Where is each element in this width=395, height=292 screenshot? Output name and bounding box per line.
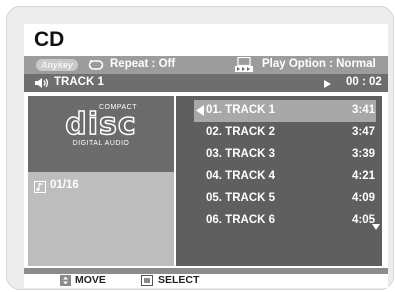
now-playing-track: TRACK 1 (54, 76, 104, 88)
track-duration: 3:39 (352, 148, 376, 160)
track-duration: 3:47 (352, 126, 376, 138)
track-row[interactable]: 04. TRACK 4 4:21 (176, 166, 382, 188)
track-name: 02. TRACK 2 (206, 126, 276, 138)
anykey-badge[interactable]: Anykey (36, 59, 78, 71)
compact-disc-logo: COMPACT disc DIGITAL AUDIO (28, 104, 174, 147)
select-hint: SELECT (158, 274, 200, 286)
track-row[interactable]: 03. TRACK 3 3:39 (176, 144, 382, 166)
options-bar: Anykey Repeat : Off Play Option : Normal (24, 56, 388, 74)
music-note-icon (34, 180, 46, 198)
track-duration: 4:09 (352, 192, 376, 204)
title-bar: CD (24, 24, 388, 56)
cd-player-screen: CD Anykey Repeat : Off Play Option : Nor… (24, 24, 388, 288)
track-name: 03. TRACK 3 (206, 148, 276, 160)
track-duration: 4:21 (352, 170, 376, 182)
elapsed-time: 00 : 02 (346, 76, 382, 88)
logo-line-disc: disc (65, 107, 137, 142)
selection-arrow-icon (196, 105, 204, 119)
move-hint: MOVE (75, 274, 106, 286)
page-title: CD (34, 28, 65, 51)
repeat-status[interactable]: Repeat : Off (110, 58, 175, 70)
track-list: 01. TRACK 1 3:41 02. TRACK 2 3:47 03. TR… (176, 96, 382, 266)
logo-line-digital-audio: DIGITAL AUDIO (72, 140, 130, 147)
track-duration: 3:41 (352, 104, 376, 116)
select-icon (141, 275, 153, 288)
play-icon (324, 79, 331, 91)
repeat-icon (88, 59, 104, 74)
now-playing-bar: TRACK 1 00 : 02 (24, 74, 388, 92)
play-option-status[interactable]: Play Option : Normal (262, 58, 376, 70)
speaker-icon (34, 77, 50, 92)
track-counter: 01/16 (50, 179, 79, 191)
help-bar: MOVE SELECT (24, 274, 388, 288)
track-name: 01. TRACK 1 (206, 104, 276, 116)
track-row[interactable]: 02. TRACK 2 3:47 (176, 122, 382, 144)
track-row[interactable]: 05. TRACK 5 4:09 (176, 188, 382, 210)
track-name: 06. TRACK 6 (206, 214, 276, 226)
track-row-selected[interactable]: 01. TRACK 1 3:41 (194, 100, 376, 122)
track-name: 04. TRACK 4 (206, 170, 276, 182)
disc-logo-area: COMPACT disc DIGITAL AUDIO (28, 96, 174, 172)
track-row[interactable]: 06. TRACK 6 4:05 (176, 210, 382, 232)
track-name: 05. TRACK 5 (206, 192, 276, 204)
move-icon (60, 275, 71, 288)
disc-info-panel: COMPACT disc DIGITAL AUDIO 01/16 (28, 96, 174, 266)
scroll-down-icon[interactable] (372, 221, 380, 233)
